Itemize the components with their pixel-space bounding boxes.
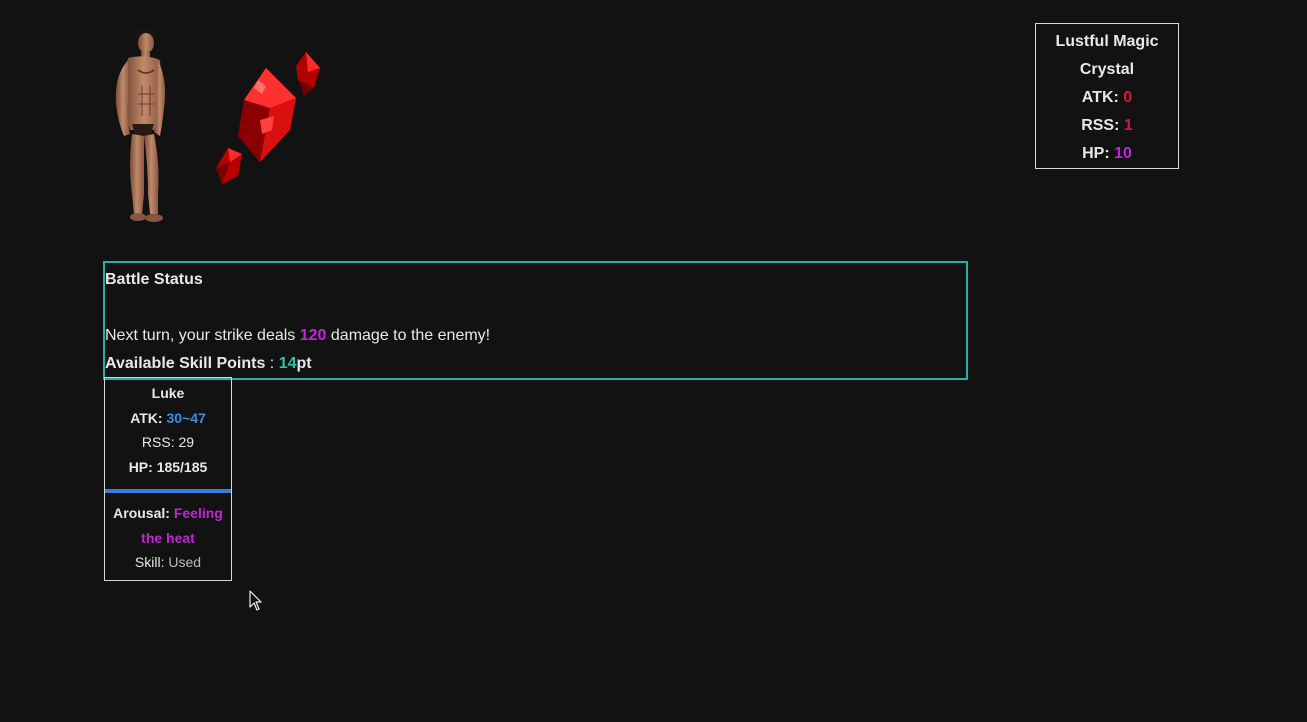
battle-screen: Lustful Magic Crystal ATK: 0 RSS: 1 HP: … xyxy=(0,0,1307,722)
skill-points-unit: pt xyxy=(296,355,312,372)
enemy-atk-label: ATK: xyxy=(1081,89,1119,106)
skill-label: Skill: xyxy=(134,554,169,570)
enemy-stats-panel: Lustful Magic Crystal ATK: 0 RSS: 1 HP: … xyxy=(1035,23,1179,169)
skill-points-label: Available Skill Points xyxy=(105,355,266,372)
damage-preview-line: Next turn, your strike deals 120 damage … xyxy=(105,322,490,350)
player-character-sprite xyxy=(115,28,166,222)
red-crystal-icon xyxy=(216,52,320,184)
hp-bar xyxy=(105,489,231,493)
enemy-hp-label: HP: xyxy=(1082,145,1110,162)
player-arousal-row: Arousal: Feeling the heat xyxy=(105,501,231,550)
player-rss: RSS: 29 xyxy=(141,434,195,450)
skill-value: Used xyxy=(168,554,202,570)
damage-suffix: damage to the enemy! xyxy=(326,327,491,344)
skill-points-value: 14 xyxy=(278,355,297,372)
arousal-label: Arousal: xyxy=(113,505,174,521)
player-stats-card[interactable]: Luke ATK: 30~47 RSS: 29 HP: 185/185 Arou… xyxy=(104,377,232,581)
enemy-atk-row: ATK: 0 xyxy=(1036,84,1178,112)
damage-prefix: Next turn, your strike deals xyxy=(105,327,300,344)
player-atk-row: ATK: 30~47 xyxy=(105,406,231,431)
skill-points-line: Available Skill Points : 14pt xyxy=(105,350,490,378)
player-atk-value: 30~47 xyxy=(166,409,206,426)
damage-value: 120 xyxy=(299,327,327,344)
mouse-pointer-icon xyxy=(249,590,262,611)
player-name: Luke xyxy=(151,385,185,401)
skill-points-separator: : xyxy=(265,355,279,372)
player-hp: HP: 185/185 xyxy=(128,458,208,475)
player-atk-label: ATK: xyxy=(130,409,167,426)
enemy-rss-label: RSS: xyxy=(1081,117,1120,134)
player-skill-row: Skill: Used xyxy=(105,550,231,575)
enemy-rss-value: 1 xyxy=(1123,117,1133,134)
enemy-name: Lustful Magic Crystal xyxy=(1055,33,1159,78)
enemy-rss-row: RSS: 1 xyxy=(1036,112,1178,140)
hp-bar-fill xyxy=(105,489,231,493)
battle-status-panel: Battle Status Next turn, your strike dea… xyxy=(103,261,968,380)
enemy-hp-value: 10 xyxy=(1114,145,1132,162)
enemy-atk-value: 0 xyxy=(1123,89,1133,106)
enemy-hp-row: HP: 10 xyxy=(1036,140,1178,168)
battle-status-title: Battle Status xyxy=(105,271,203,288)
